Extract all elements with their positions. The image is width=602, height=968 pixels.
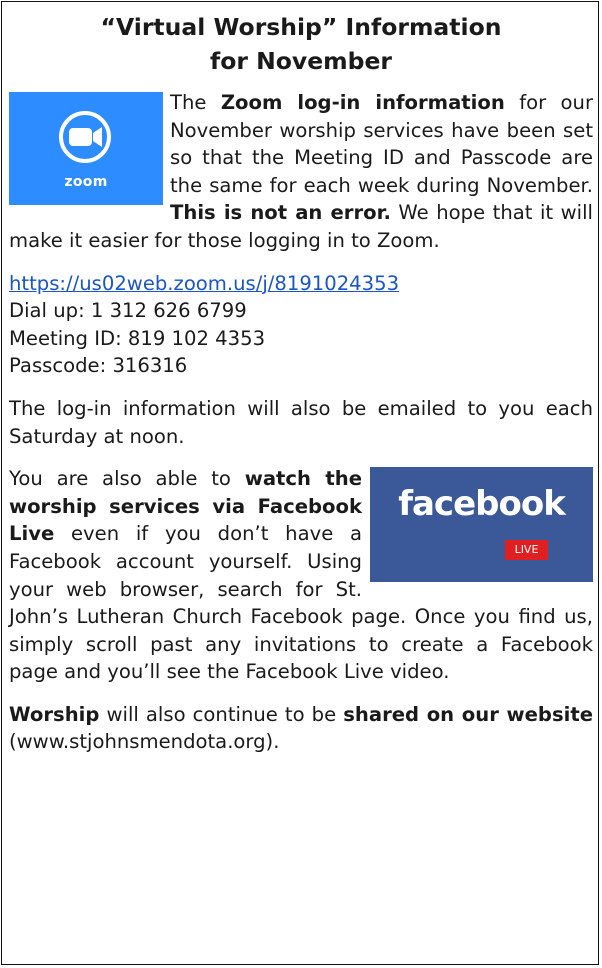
website-end-text: (www.stjohnsmendota.org). [9,730,280,754]
email-note: The log-in information will also be emai… [9,396,593,448]
zoom-meeting-link[interactable]: https://us02web.zoom.us/j/8191024353 [9,272,399,295]
zoom-logo: zoom [9,92,163,205]
bulletin-content: “Virtual Worship” Information for Novemb… [9,10,593,771]
live-badge: LIVE [505,540,548,561]
facebook-intro-text: You are also able to [9,467,245,491]
shared-website-bold: shared on our website [343,702,593,726]
zoom-details: https://us02web.zoom.us/j/8191024353 Dia… [9,270,593,380]
website-middle-text: will also continue to be [99,702,344,726]
facebook-live-logo: facebook LIVE [370,467,593,583]
page-title: “Virtual Worship” Information for Novemb… [9,10,593,78]
title-line-1: “Virtual Worship” Information [100,13,502,41]
zoom-login-bold: Zoom log-in information [220,91,505,114]
meeting-id: Meeting ID: 819 102 4353 [9,326,266,350]
facebook-logo-text: facebook [398,484,566,525]
dial-up-number: Dial up: 1 312 626 6799 [9,299,247,323]
not-an-error-bold: This is not an error. [170,201,391,225]
video-camera-icon [59,111,111,163]
title-line-2: for November [209,47,393,75]
website-paragraph: Worship will also continue to be shared … [9,701,593,756]
facebook-paragraph: facebook LIVE You are also able to watch… [9,465,593,686]
worship-bold: Worship [9,702,100,726]
zoom-paragraph: zoom The Zoom log-in information for our… [9,89,593,255]
zoom-intro-text: The [170,91,221,114]
zoom-logo-text: zoom [64,174,108,190]
passcode: Passcode: 316316 [9,354,188,378]
